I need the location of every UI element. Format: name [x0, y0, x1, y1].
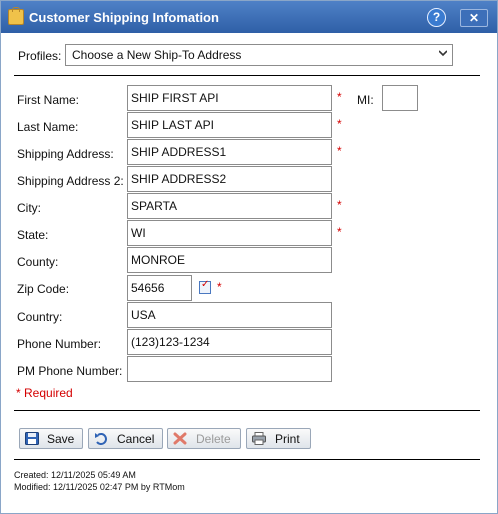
cancel-label: Cancel: [117, 432, 155, 446]
county-label: County:: [17, 255, 59, 269]
pm-phone-number-field[interactable]: [127, 356, 332, 382]
state-field[interactable]: WI: [127, 220, 332, 246]
first-name-label: First Name:: [17, 93, 80, 107]
required-marker: *: [337, 90, 342, 104]
first-name-field[interactable]: SHIP FIRST API: [127, 85, 332, 111]
zip-code-label: Zip Code:: [17, 282, 70, 296]
last-name-field[interactable]: SHIP LAST API: [127, 112, 332, 138]
chevron-down-icon: [439, 50, 447, 57]
delete-label: Delete: [196, 432, 231, 446]
required-marker: *: [337, 144, 342, 158]
save-button[interactable]: Save: [19, 428, 83, 449]
country-field[interactable]: USA: [127, 302, 332, 328]
shipping-address-label: Shipping Address:: [17, 147, 114, 161]
pm-phone-number-label: PM Phone Number:: [17, 364, 123, 378]
city-field[interactable]: SPARTA: [127, 193, 332, 219]
created-info: Created: 12/11/2025 05:49 AM: [14, 470, 136, 480]
shipping-address-2-label: Shipping Address 2:: [17, 174, 124, 188]
title-bar[interactable]: Customer Shipping Infomation ? ✕: [1, 1, 497, 33]
print-button[interactable]: Print: [246, 428, 311, 449]
phone-number-field[interactable]: (123)123-1234: [127, 329, 332, 355]
close-icon[interactable]: ✕: [460, 9, 488, 27]
required-marker: *: [217, 280, 222, 294]
zip-lookup-icon[interactable]: [199, 279, 211, 294]
phone-number-label: Phone Number:: [17, 337, 102, 351]
divider: [14, 410, 480, 411]
modified-info: Modified: 12/11/2025 02:47 PM by RTMom: [14, 482, 185, 492]
window-title: Customer Shipping Infomation: [29, 10, 219, 25]
mi-field[interactable]: [382, 85, 418, 111]
save-icon: [25, 432, 39, 445]
divider: [14, 459, 480, 460]
profiles-select[interactable]: Choose a New Ship-To Address: [65, 44, 453, 66]
save-label: Save: [47, 432, 75, 446]
required-marker: *: [337, 198, 342, 212]
county-field[interactable]: MONROE: [127, 247, 332, 273]
profiles-label: Profiles:: [18, 49, 62, 63]
required-marker: *: [337, 117, 342, 131]
required-note: * Required: [16, 386, 73, 400]
mi-label: MI:: [357, 93, 374, 107]
delete-button[interactable]: Delete: [167, 428, 241, 449]
shipping-dialog: Customer Shipping Infomation ? ✕ Profile…: [0, 0, 498, 514]
print-label: Print: [275, 432, 300, 446]
printer-icon: [252, 432, 266, 445]
required-marker: *: [337, 225, 342, 239]
undo-icon: [95, 433, 107, 445]
profiles-selected-value: Choose a New Ship-To Address: [72, 48, 242, 62]
shipping-address-2-field[interactable]: SHIP ADDRESS2: [127, 166, 332, 192]
help-icon[interactable]: ?: [427, 8, 446, 27]
bag-icon: [8, 7, 24, 25]
cancel-button[interactable]: Cancel: [88, 428, 163, 449]
shipping-address-field[interactable]: SHIP ADDRESS1: [127, 139, 332, 165]
city-label: City:: [17, 201, 41, 215]
country-label: Country:: [17, 310, 63, 324]
delete-icon: [173, 432, 187, 445]
state-label: State:: [17, 228, 49, 242]
zip-code-field[interactable]: 54656: [127, 275, 192, 301]
last-name-label: Last Name:: [17, 120, 79, 134]
divider: [14, 75, 480, 76]
